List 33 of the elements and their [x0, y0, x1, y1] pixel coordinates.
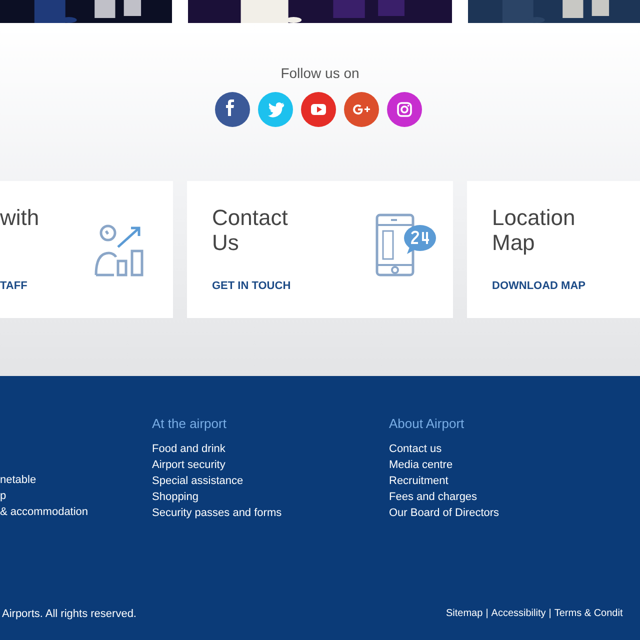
card-title: Location Map [492, 205, 576, 255]
footer-link[interactable]: Our Board of Directors [389, 505, 589, 521]
facebook-icon[interactable] [215, 92, 250, 127]
separator: | [486, 607, 488, 621]
footer-link[interactable]: Media centre [389, 457, 589, 473]
youtube-icon[interactable] [301, 92, 336, 127]
copyright-text: Airports. All rights reserved. [2, 607, 136, 622]
card-title: with [0, 205, 40, 230]
footer-link[interactable]: Contact us [389, 441, 589, 457]
footer-link[interactable]: Accessibility [491, 606, 546, 621]
card-title: Contact Us [212, 205, 289, 255]
footer-link[interactable]: Security passes and forms [152, 505, 389, 521]
footer-link[interactable]: Recruitment [389, 473, 589, 489]
follow-heading: Follow us on [280, 64, 360, 83]
card-link[interactable]: TAFF [0, 278, 28, 294]
instagram-icon[interactable] [387, 92, 422, 127]
footer-link[interactable]: Sitemap [446, 606, 483, 621]
footer-link[interactable]: netable [0, 472, 152, 488]
column-heading: At the airport [152, 415, 228, 433]
footer-link[interactable]: Special assistance [152, 473, 389, 489]
footer-link[interactable]: Fees and charges [389, 489, 589, 505]
card-link[interactable]: DOWNLOAD MAP [492, 278, 586, 294]
footer-link[interactable]: Shopping [152, 489, 389, 505]
call-phone-icon [375, 213, 437, 277]
footer-link[interactable]: Terms & Condit [554, 606, 623, 621]
footer-link[interactable]: & accommodation [0, 504, 152, 520]
footer-link[interactable]: Food and drink [152, 441, 389, 457]
separator: | [548, 607, 552, 621]
card-link[interactable]: GET IN TOUCH [212, 278, 291, 294]
googleplus-icon[interactable] [344, 92, 379, 127]
column-heading: About Airport [389, 415, 466, 433]
footer-link[interactable]: p [0, 488, 152, 504]
footer-link[interactable]: Airport security [152, 457, 389, 473]
